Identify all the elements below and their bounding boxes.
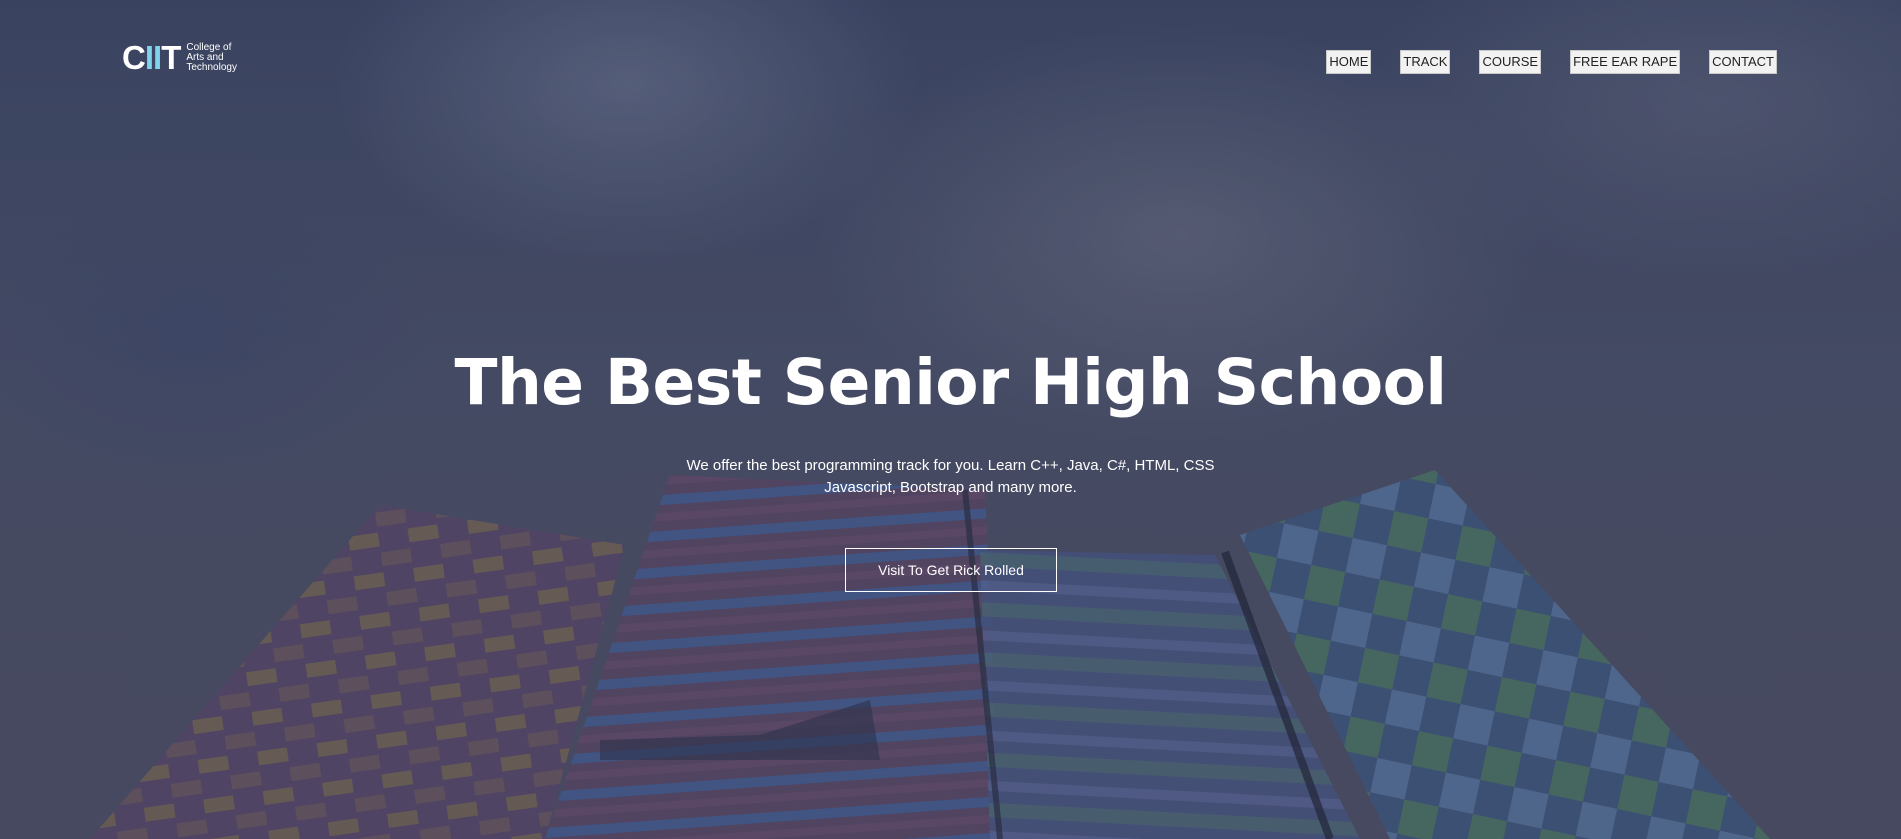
logo-text: College of Arts and Technology: [186, 43, 248, 73]
hero-section: CIIT College of Arts and Technology HOME…: [0, 0, 1901, 839]
dark-overlay: [0, 0, 1901, 839]
logo-mark: CIIT: [122, 39, 181, 76]
hero-subtitle-line-2: Javascript, Bootstrap and many more.: [824, 479, 1077, 496]
hero-title: The Best Senior High School: [454, 346, 1447, 419]
nav-contact-link[interactable]: CONTACT: [1709, 50, 1777, 74]
nav-track-link[interactable]: TRACK: [1400, 50, 1451, 74]
nav-course-link[interactable]: COURSE: [1479, 50, 1542, 74]
cta-button[interactable]: Visit To Get Rick Rolled: [845, 548, 1057, 592]
nav-free-ear-rape-link[interactable]: FREE EAR RAPE: [1570, 50, 1681, 74]
site-logo[interactable]: CIIT College of Arts and Technology: [122, 39, 248, 76]
hero-subtitle-line-1: We offer the best programming track for …: [686, 457, 1215, 474]
main-nav: HOME TRACK COURSE FREE EAR RAPE CONTACT: [1326, 50, 1777, 74]
nav-home-link[interactable]: HOME: [1326, 50, 1372, 74]
hero-subtitle: We offer the best programming track for …: [0, 455, 1901, 499]
logo-line-3: Technology: [186, 62, 237, 73]
